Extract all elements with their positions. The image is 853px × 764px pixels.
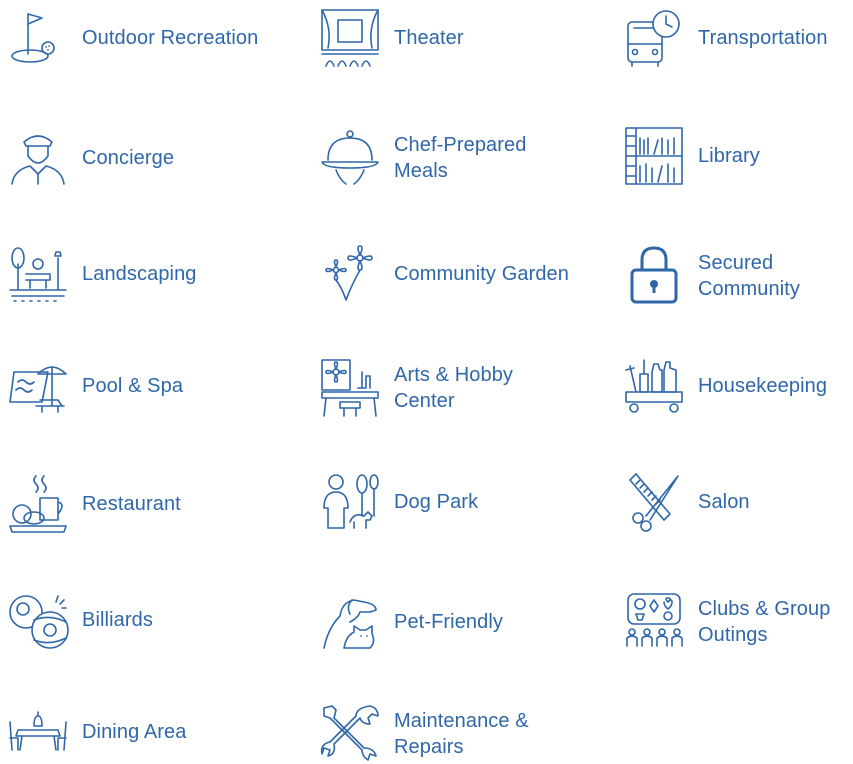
amenity-pet-friendly: Pet-Friendly: [320, 592, 503, 652]
dining-table-icon: [8, 702, 68, 762]
amenities-grid: Outdoor Recreation Theater Transportatio…: [0, 0, 853, 762]
dog-cat-icon: [320, 592, 380, 652]
amenity-label: Concierge: [82, 147, 175, 169]
amenity-arts-hobby-center: Arts & Hobby Center: [320, 358, 534, 418]
amenity-theater: Theater: [320, 8, 464, 68]
food-plate-icon: [8, 474, 68, 534]
golf-flag-icon: [8, 8, 68, 68]
amenity-label: Clubs & Group Outings: [698, 598, 831, 646]
amenity-label: Secured Community: [698, 252, 801, 300]
amenity-label: Community Garden: [394, 263, 569, 285]
amenity-dog-park: Dog Park: [320, 472, 478, 532]
billiard-balls-icon: [8, 590, 69, 650]
amenity-label: Salon: [698, 491, 750, 513]
concierge-person-icon: [8, 128, 68, 188]
amenity-billiards: Billiards: [8, 590, 153, 650]
amenity-housekeeping: Housekeeping: [624, 356, 827, 416]
amenity-label: Housekeeping: [698, 375, 828, 397]
amenity-label: Maintenance & Repairs: [394, 710, 529, 758]
amenity-landscaping: Landscaping: [8, 244, 197, 304]
bookshelf-icon: [624, 126, 684, 186]
amenity-chef-prepared-meals: Chef-Prepared Meals: [320, 128, 554, 188]
flowers-icon: [320, 244, 380, 304]
amenity-outdoor-recreation: Outdoor Recreation: [8, 8, 258, 68]
amenity-label: Billiards: [82, 609, 153, 631]
amenity-label: Pet-Friendly: [394, 611, 504, 633]
cloche-icon: [320, 128, 380, 188]
cleaning-cart-icon: [624, 356, 684, 416]
amenity-library: Library: [624, 126, 760, 186]
amenity-transportation: Transportation: [624, 8, 828, 68]
amenity-concierge: Concierge: [8, 128, 174, 188]
amenity-restaurant: Restaurant: [8, 474, 181, 534]
amenity-label: Outdoor Recreation: [82, 27, 259, 49]
amenity-community-garden: Community Garden: [320, 244, 569, 304]
amenity-clubs-group-outings: Clubs & Group Outings: [624, 592, 838, 652]
amenity-label: Pool & Spa: [82, 375, 184, 397]
amenity-label: Chef-Prepared Meals: [394, 134, 527, 182]
pool-umbrella-icon: [8, 356, 68, 416]
amenity-label: Landscaping: [82, 263, 197, 285]
amenity-secured-community: Secured Community: [624, 246, 848, 306]
amenity-label: Theater: [394, 27, 464, 49]
game-board-icon: [624, 592, 684, 652]
amenity-label: Restaurant: [82, 493, 181, 515]
amenity-salon: Salon: [624, 472, 750, 532]
amenity-label: Arts & Hobby Center: [394, 364, 514, 412]
amenity-label: Transportation: [698, 27, 828, 49]
theater-stage-icon: [320, 8, 380, 68]
amenity-label: Library: [698, 145, 760, 167]
amenity-label: Dining Area: [82, 721, 187, 743]
easel-icon: [320, 358, 380, 418]
park-bench-icon: [8, 244, 68, 304]
padlock-icon: [624, 246, 684, 306]
scissors-comb-icon: [624, 472, 684, 532]
amenity-dining-area: Dining Area: [8, 702, 187, 762]
amenity-maintenance-repairs: Maintenance & Repairs: [320, 704, 544, 764]
amenity-label: Dog Park: [394, 491, 479, 513]
amenity-pool-spa: Pool & Spa: [8, 356, 183, 416]
dog-walker-icon: [320, 472, 380, 532]
bus-clock-icon: [624, 8, 684, 68]
wrench-screwdriver-icon: [320, 704, 380, 764]
